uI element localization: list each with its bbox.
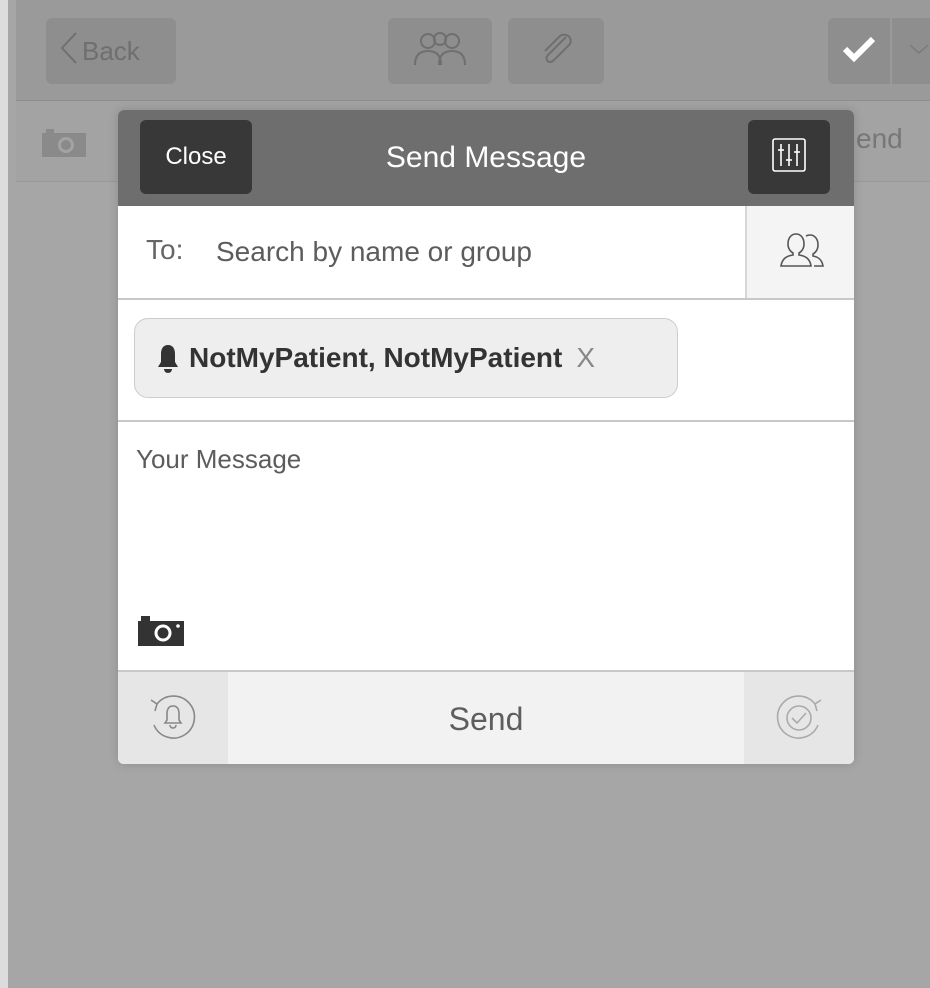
read-receipt-icon [771,692,827,747]
paperclip-icon [536,29,576,74]
recipient-search-row: To: [118,206,854,300]
recipient-search-input[interactable] [214,226,728,278]
camera-icon [42,127,86,162]
message-area [118,422,854,670]
group-button[interactable] [388,18,492,84]
background-send-label: end [856,123,903,154]
send-footer: Send [118,670,854,764]
attach-button[interactable] [508,18,604,84]
chevron-left-icon [60,31,78,72]
read-receipt-button[interactable] [744,672,854,764]
checkmark-icon [842,35,876,68]
back-label: Back [82,35,140,66]
chevron-down-icon [908,42,930,60]
close-button[interactable]: Close [140,120,252,194]
to-label: To: [146,234,184,265]
contacts-icon [779,232,824,273]
dialog-header: Close Send Message [118,110,854,206]
recipient-chip[interactable]: NotMyPatient, NotMyPatient X [134,318,678,398]
send-message-dialog: Close Send Message To: Search by name or… [118,110,854,764]
message-input[interactable] [136,444,836,594]
reminder-bell-icon [145,692,201,747]
background-toolbar: Back [16,0,930,101]
group-icon [412,31,468,72]
contacts-button[interactable] [745,206,854,298]
back-button[interactable]: Back [46,18,176,84]
sliders-icon [772,137,806,177]
settings-button[interactable] [748,120,830,194]
bell-icon [157,343,179,373]
camera-icon[interactable] [138,614,184,651]
complete-button[interactable] [828,18,890,84]
reminder-button[interactable] [118,672,228,764]
more-options-button[interactable] [892,18,930,84]
remove-recipient-button[interactable]: X [576,342,595,374]
selected-recipients: NotMyPatient, NotMyPatient X [118,300,854,422]
send-button[interactable]: Send [228,672,744,764]
recipient-name: NotMyPatient, NotMyPatient [189,342,563,373]
